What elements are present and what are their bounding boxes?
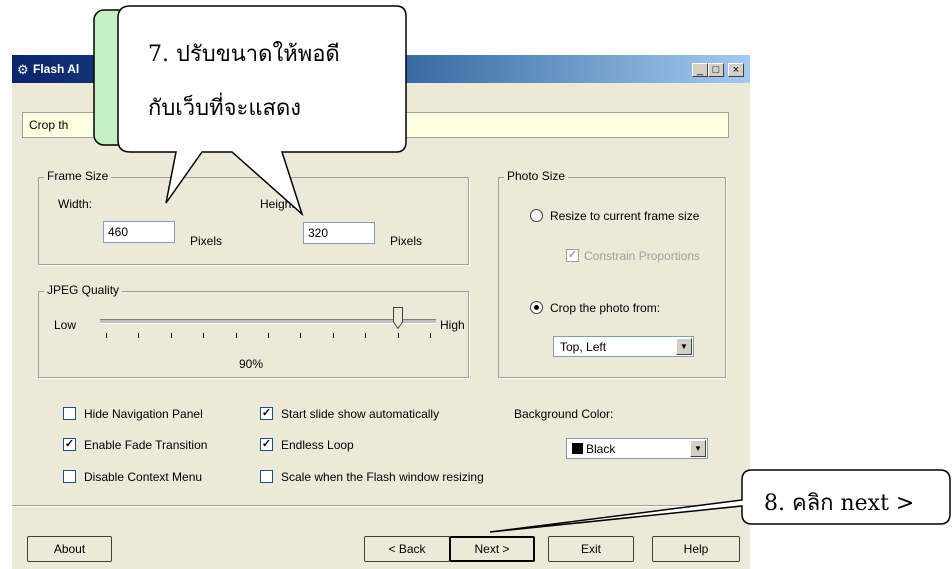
step8-callout-text: 8. คลิก next > bbox=[764, 491, 915, 516]
step8-callout-bubble bbox=[489, 469, 951, 533]
